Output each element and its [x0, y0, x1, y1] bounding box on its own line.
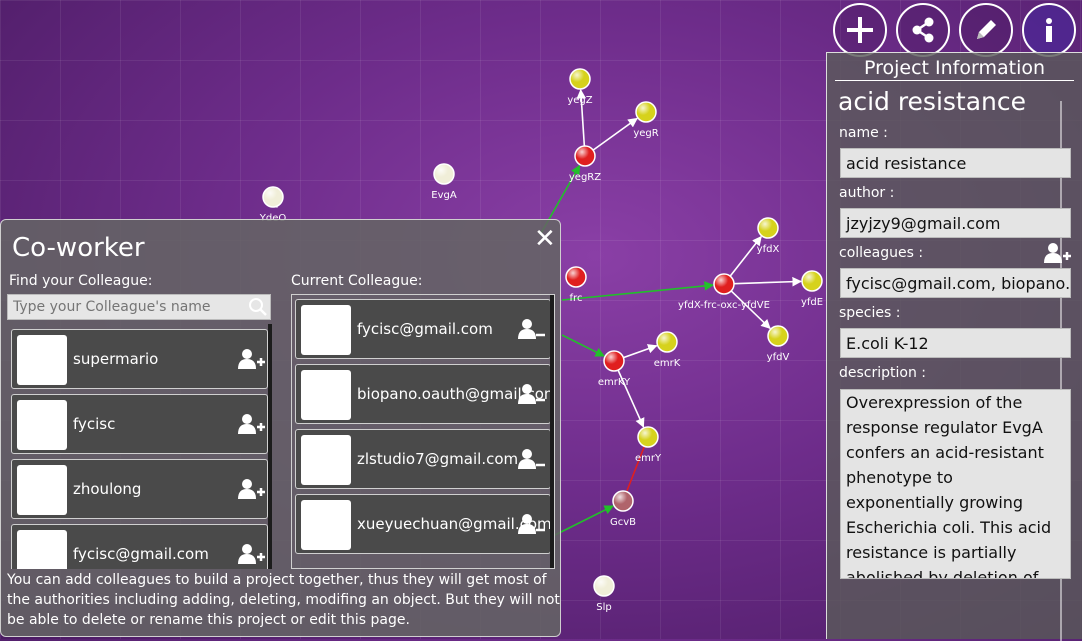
remove-user-icon[interactable] — [518, 318, 546, 340]
graph-node-yegZ[interactable]: yegZ — [567, 68, 593, 106]
list-item[interactable]: biopano.oauth@gmail.com — [295, 364, 554, 424]
graph-node-label: yfdX-frc-oxc-yfdVE — [678, 300, 770, 311]
avatar — [17, 335, 67, 385]
info-icon — [1046, 18, 1052, 42]
graph-node-label: yegZ — [567, 95, 592, 106]
list-item[interactable]: fycisc@gmail.com — [295, 299, 551, 359]
edit-button[interactable] — [959, 3, 1013, 57]
remove-user-icon[interactable] — [518, 383, 546, 405]
graph-node-yegR[interactable]: yegR — [633, 101, 659, 139]
graph-node-label: yfdV — [767, 352, 790, 363]
graph-edge — [623, 344, 658, 359]
graph-node-label: emrK — [654, 358, 681, 369]
share-icon — [912, 17, 934, 43]
colleagues-field[interactable]: fycisc@gmail.com, biopano.oauth@gmail.co… — [840, 268, 1071, 298]
graph-edge — [733, 276, 802, 287]
author-field[interactable]: jzyjzy9@gmail.com — [840, 208, 1071, 238]
remove-user-icon[interactable] — [518, 513, 546, 535]
project-name-heading: acid resistance — [838, 87, 1027, 116]
species-field[interactable]: E.coli K-12 — [840, 328, 1071, 358]
avatar — [17, 530, 67, 569]
graph-node-label: Slp — [596, 602, 611, 613]
pencil-icon — [977, 20, 996, 39]
colleague-name: supermario — [73, 350, 159, 368]
add-button[interactable] — [833, 3, 887, 57]
coworker-help-text: You can add colleagues to build a projec… — [7, 572, 560, 628]
share-button[interactable] — [896, 3, 950, 57]
list-item[interactable]: fycisc — [11, 394, 268, 454]
graph-node-label: frc — [570, 293, 583, 304]
graph-node-yfdX[interactable]: yfdX — [757, 217, 780, 255]
graph-edge — [561, 281, 715, 301]
add-user-icon[interactable] — [238, 348, 266, 370]
list-item[interactable]: xueyuechuan@gmail.com — [295, 494, 552, 554]
graph-edge — [592, 117, 638, 151]
remove-user-icon[interactable] — [518, 448, 546, 470]
description-field[interactable]: Overexpression of the response regulator… — [840, 389, 1071, 579]
panel-title: Project Information — [863, 57, 1046, 79]
graph-edge — [561, 334, 606, 357]
graph-node-emrK[interactable]: emrK — [654, 331, 681, 369]
graph-node-label: yfdX — [757, 244, 780, 255]
add-user-icon[interactable] — [238, 478, 266, 500]
graph-node-label: yegR — [633, 128, 658, 139]
find-list-scrollbar[interactable] — [268, 324, 272, 569]
graph-node-label: emrKY — [598, 377, 631, 388]
list-item[interactable]: fycisc@gmail.com — [11, 524, 268, 569]
search-icon[interactable] — [248, 297, 268, 317]
graph-node-label: EvgA — [431, 190, 457, 201]
graph-node-label: GcvB — [610, 517, 636, 528]
author-label: author : — [839, 185, 895, 201]
list-item[interactable]: zhoulong — [11, 459, 268, 519]
add-user-icon[interactable] — [238, 543, 266, 565]
colleague-name: zlstudio7@gmail.com — [357, 450, 519, 468]
close-icon[interactable]: ✕ — [534, 224, 556, 254]
graph-node-label: yegRZ — [569, 172, 601, 183]
colleague-name: fycisc — [73, 415, 116, 433]
colleague-name: zhoulong — [73, 480, 142, 498]
graph-node-yfdV[interactable]: yfdV — [767, 325, 790, 363]
graph-edge — [729, 235, 762, 277]
current-list-scrollbar[interactable] — [550, 295, 554, 568]
avatar — [17, 400, 67, 450]
graph-node-yfdE[interactable]: yfdE — [801, 270, 823, 308]
graph-node-label: emrY — [635, 453, 662, 464]
avatar — [301, 305, 351, 355]
add-user-icon[interactable] — [238, 413, 266, 435]
plus-icon — [847, 17, 873, 43]
graph-node-yfdXfrc[interactable]: yfdX-frc-oxc-yfdVE — [678, 273, 770, 311]
current-colleague-heading: Current Colleague: — [291, 273, 423, 289]
name-label: name : — [839, 125, 888, 141]
graph-node-Slp[interactable]: Slp — [593, 575, 615, 613]
colleague-name: fycisc@gmail.com — [357, 320, 493, 338]
dialog-title: Co-worker — [12, 233, 145, 263]
colleagues-label: colleagues : — [839, 245, 924, 261]
graph-node-emrY[interactable]: emrY — [635, 426, 662, 464]
colleague-search-input[interactable] — [7, 294, 271, 320]
find-colleague-list[interactable]: supermario fycisc zhoulong fycisc@gmail.… — [7, 324, 273, 569]
current-colleague-list[interactable]: fycisc@gmail.com biopano.oauth@gmail.com… — [291, 294, 555, 569]
project-info-panel: Project Information acid resistance name… — [826, 52, 1082, 641]
description-label: description : — [839, 365, 927, 381]
find-colleague-heading: Find your Colleague: — [9, 273, 153, 289]
info-button[interactable] — [1022, 3, 1076, 57]
avatar — [301, 500, 351, 550]
coworker-dialog: Co-worker ✕ Find your Colleague: Current… — [0, 219, 561, 637]
species-label: species : — [839, 305, 901, 321]
list-item[interactable]: supermario — [11, 329, 268, 389]
add-colleague-icon[interactable] — [1044, 242, 1072, 264]
colleague-name: fycisc@gmail.com — [73, 545, 209, 563]
title-divider — [835, 80, 1074, 81]
avatar — [301, 435, 351, 485]
avatar — [17, 465, 67, 515]
graph-node-label: yfdE — [801, 297, 823, 308]
graph-node-yegRZ[interactable]: yegRZ — [569, 145, 601, 183]
avatar — [301, 370, 351, 420]
graph-node-EvgA[interactable]: EvgA — [431, 163, 457, 201]
name-field[interactable]: acid resistance — [840, 148, 1071, 178]
graph-node-GcvB[interactable]: GcvB — [610, 490, 636, 528]
list-item[interactable]: zlstudio7@gmail.com — [295, 429, 551, 489]
